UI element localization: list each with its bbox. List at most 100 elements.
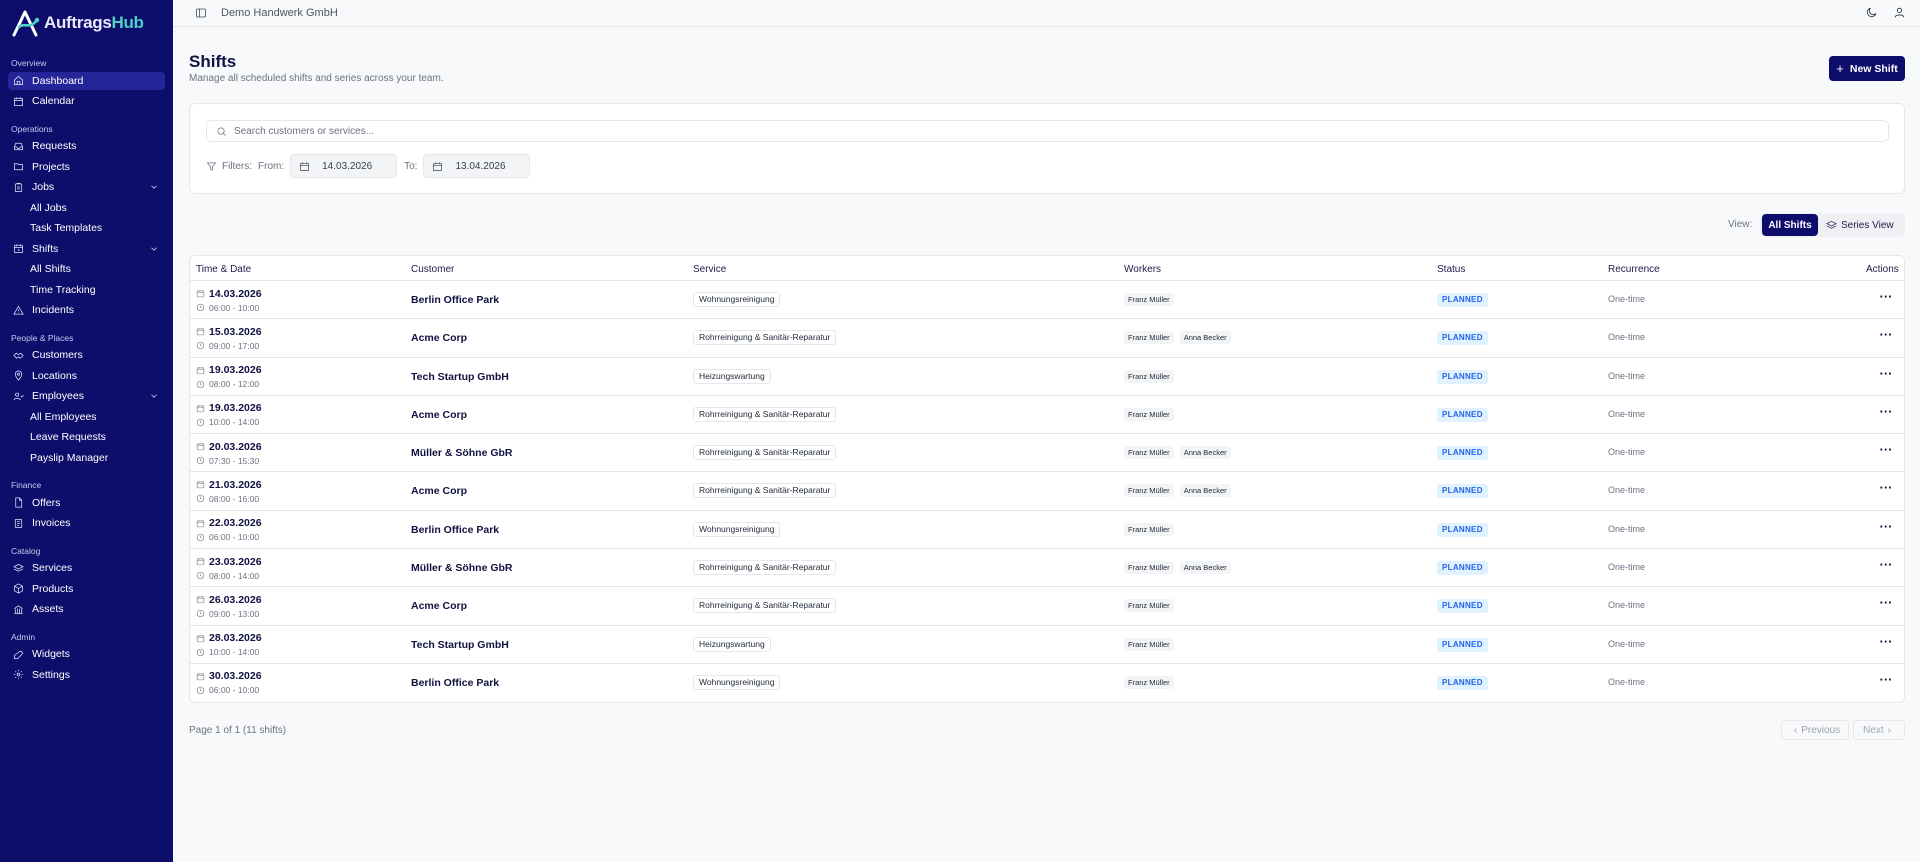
all-shifts-view-button[interactable]: All Shifts xyxy=(1762,214,1818,236)
sidebar-item-settings[interactable]: Settings xyxy=(8,666,165,684)
more-actions-icon[interactable]: ··· xyxy=(1878,520,1894,537)
sidebar-item-calendar[interactable]: Calendar xyxy=(8,92,165,110)
service-tag: Rohrreinigung & Sanitär-Reparatur xyxy=(693,445,837,461)
sidebar-item-label: Calendar xyxy=(32,95,75,107)
chevron-down-icon[interactable] xyxy=(149,391,159,401)
sidebar-item-services[interactable]: Services xyxy=(8,559,165,577)
table-row[interactable]: 20.03.2026 07:30 - 15:30 Müller & Söhne … xyxy=(190,434,1904,473)
sidebar-item-leave-requests[interactable]: Leave Requests xyxy=(8,428,165,446)
more-actions-icon[interactable]: ··· xyxy=(1878,328,1894,345)
new-shift-button[interactable]: + New Shift xyxy=(1829,56,1905,81)
more-actions-icon[interactable]: ··· xyxy=(1878,481,1894,498)
table-row[interactable]: 14.03.2026 06:00 - 10:00 Berlin Office P… xyxy=(190,281,1904,320)
customer-name[interactable]: Acme Corp xyxy=(411,485,467,497)
table-row[interactable]: 28.03.2026 10:00 - 14:00 Tech Startup Gm… xyxy=(190,626,1904,664)
previous-page-button[interactable]: ‹ Previous xyxy=(1781,720,1849,740)
logo-text: AuftragsHub xyxy=(44,13,144,33)
table-row[interactable]: 22.03.2026 06:00 - 10:00 Berlin Office P… xyxy=(190,511,1904,550)
customer-name[interactable]: Müller & Söhne GbR xyxy=(411,562,513,574)
column-header-customer[interactable]: Customer xyxy=(411,264,454,275)
layers-icon xyxy=(12,562,24,574)
column-header-workers[interactable]: Workers xyxy=(1124,264,1161,275)
filters-row: Filters: From: 14.03.2026 To: 13.04.2026 xyxy=(206,154,531,178)
table-row[interactable]: 19.03.2026 08:00 - 12:00 Tech Startup Gm… xyxy=(190,358,1904,396)
more-actions-icon[interactable]: ··· xyxy=(1878,596,1894,613)
from-date-picker[interactable]: 14.03.2026 xyxy=(290,154,398,178)
service-tag: Rohrreinigung & Sanitär-Reparatur xyxy=(693,560,837,576)
column-header-time-date[interactable]: Time & Date xyxy=(196,264,251,275)
status-badge: PLANNED xyxy=(1437,407,1488,422)
sidebar-item-label: Shifts xyxy=(32,242,59,255)
shift-time: 10:00 - 14:00 xyxy=(209,647,260,658)
search-box[interactable] xyxy=(206,120,1889,142)
cell-time-date: 28.03.2026 10:00 - 14:00 xyxy=(196,632,262,659)
table-row[interactable]: 21.03.2026 08:00 - 16:00 Acme Corp Rohrr… xyxy=(190,472,1904,511)
user-icon[interactable] xyxy=(1893,6,1906,19)
sidebar-item-task-templates[interactable]: Task Templates xyxy=(8,219,165,237)
sidebar-item-products[interactable]: Products xyxy=(8,580,165,598)
customer-name[interactable]: Berlin Office Park xyxy=(411,524,499,536)
table-row[interactable]: 26.03.2026 09:00 - 13:00 Acme Corp Rohrr… xyxy=(190,587,1904,626)
moon-icon[interactable] xyxy=(1865,6,1878,19)
sidebar-item-incidents[interactable]: Incidents xyxy=(8,301,165,319)
calendar-icon xyxy=(432,161,443,172)
worker-tag: Anna Becker xyxy=(1179,484,1231,498)
sidebar-item-assets[interactable]: Assets xyxy=(8,600,165,618)
service-tag: Wohnungsreinigung xyxy=(693,521,781,537)
customer-name[interactable]: Acme Corp xyxy=(411,409,467,421)
recurrence-text: One-time xyxy=(1608,408,1646,419)
customer-name[interactable]: Acme Corp xyxy=(411,332,467,344)
series-view-button[interactable]: Series View xyxy=(1826,214,1894,236)
column-header-service[interactable]: Service xyxy=(693,264,726,275)
customer-name[interactable]: Tech Startup GmbH xyxy=(411,371,509,383)
clock-icon xyxy=(196,609,205,618)
sidebar-item-invoices[interactable]: Invoices xyxy=(8,514,165,532)
more-actions-icon[interactable]: ··· xyxy=(1878,405,1894,422)
sidebar-item-label: Widgets xyxy=(32,648,70,660)
shift-date: 19.03.2026 xyxy=(209,402,262,415)
sidebar-item-time-tracking[interactable]: Time Tracking xyxy=(8,281,165,299)
more-actions-icon[interactable]: ··· xyxy=(1878,558,1894,575)
sidebar-item-all-employees[interactable]: All Employees xyxy=(8,408,165,426)
shift-time: 08:00 - 16:00 xyxy=(209,493,260,504)
table-row[interactable]: 23.03.2026 08:00 - 14:00 Müller & Söhne … xyxy=(190,549,1904,588)
sidebar-item-label: Incidents xyxy=(32,304,75,316)
next-page-button[interactable]: Next › xyxy=(1853,720,1905,740)
sidebar-item-shifts[interactable]: Shifts xyxy=(8,240,165,258)
more-actions-icon[interactable]: ··· xyxy=(1878,443,1894,460)
more-actions-icon[interactable]: ··· xyxy=(1878,673,1894,690)
sidebar-item-widgets[interactable]: Widgets xyxy=(8,645,165,663)
customer-name[interactable]: Acme Corp xyxy=(411,600,467,612)
chevron-down-icon[interactable] xyxy=(149,244,159,254)
more-actions-icon[interactable]: ··· xyxy=(1878,635,1894,652)
recurrence-text: One-time xyxy=(1608,600,1646,611)
table-row[interactable]: 30.03.2026 06:00 - 10:00 Berlin Office P… xyxy=(190,664,1904,702)
column-header-status[interactable]: Status xyxy=(1437,264,1465,275)
sidebar-item-offers[interactable]: Offers xyxy=(8,494,165,512)
customer-name[interactable]: Tech Startup GmbH xyxy=(411,639,509,651)
more-actions-icon[interactable]: ··· xyxy=(1878,290,1894,307)
sidebar-item-projects[interactable]: Projects xyxy=(8,158,165,176)
sidebar-item-dashboard[interactable]: Dashboard xyxy=(8,71,165,90)
shift-time: 06:00 - 10:00 xyxy=(209,685,260,696)
sidebar-item-payslip-manager[interactable]: Payslip Manager xyxy=(8,449,165,467)
customer-name[interactable]: Berlin Office Park xyxy=(411,677,499,689)
sidebar-item-customers[interactable]: Customers xyxy=(8,346,165,364)
sidebar-item-employees[interactable]: Employees xyxy=(8,387,165,405)
more-actions-icon[interactable]: ··· xyxy=(1878,367,1894,384)
chevron-down-icon[interactable] xyxy=(149,182,159,192)
customer-name[interactable]: Müller & Söhne GbR xyxy=(411,447,513,459)
table-row[interactable]: 19.03.2026 10:00 - 14:00 Acme Corp Rohrr… xyxy=(190,396,1904,435)
search-input[interactable] xyxy=(234,123,1834,139)
sidebar-item-all-shifts[interactable]: All Shifts xyxy=(8,260,165,278)
to-date-picker[interactable]: 13.04.2026 xyxy=(423,154,531,178)
sidebar-item-requests[interactable]: Requests xyxy=(8,137,165,155)
sidebar-item-all-jobs[interactable]: All Jobs xyxy=(8,199,165,217)
sidebar-item-jobs[interactable]: Jobs xyxy=(8,178,165,196)
sidebar-item-locations[interactable]: Locations xyxy=(8,367,165,385)
app-logo[interactable]: AuftragsHub xyxy=(10,8,144,38)
column-header-recurrence[interactable]: Recurrence xyxy=(1608,264,1660,275)
sidebar-toggle-icon[interactable] xyxy=(195,7,207,19)
customer-name[interactable]: Berlin Office Park xyxy=(411,294,499,306)
table-row[interactable]: 15.03.2026 09:00 - 17:00 Acme Corp Rohrr… xyxy=(190,319,1904,358)
